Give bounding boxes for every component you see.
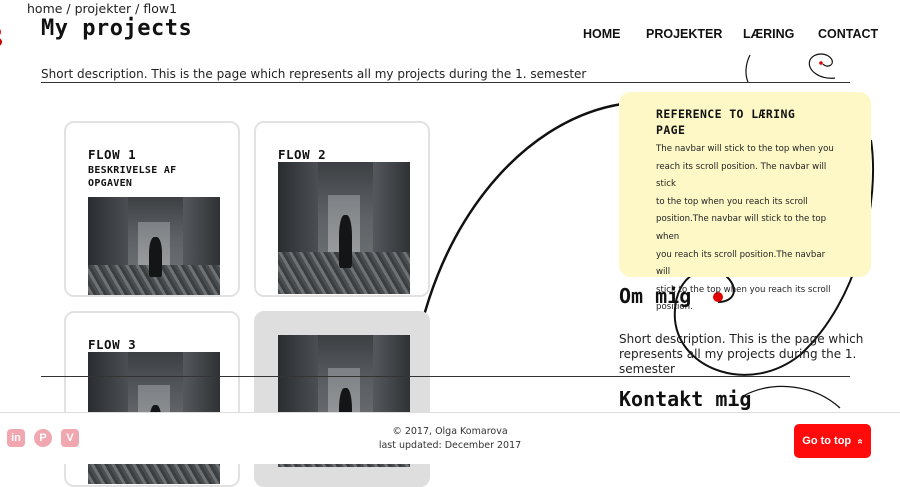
card-subtitle: OPGAVEN xyxy=(88,178,133,189)
contact-heading: Kontakt mig xyxy=(619,387,752,411)
copyright-text: © 2017, Olga Komarova xyxy=(392,426,508,437)
footer: in P V © 2017, Olga Komarova last update… xyxy=(0,412,900,464)
nav-home[interactable]: HOME xyxy=(583,27,621,41)
chevron-up-icon: » xyxy=(854,438,866,444)
nav-contact[interactable]: CONTACT xyxy=(818,27,878,41)
project-card-flow1[interactable]: FLOW 1 BESKRIVELSE AF OPGAVEN xyxy=(64,121,240,297)
go-to-top-button[interactable]: Go to top » xyxy=(794,424,871,458)
about-text: Short description. This is the page whic… xyxy=(619,332,864,376)
project-card-flow2[interactable]: FLOW 2 xyxy=(254,121,430,297)
go-to-top-label: Go to top xyxy=(802,435,852,447)
last-updated-text: last updated: December 2017 xyxy=(378,440,522,451)
breadcrumb[interactable]: home / projekter / flow1 xyxy=(27,1,177,16)
page-description: Short description. This is the page whic… xyxy=(41,67,587,81)
about-heading: Om mig xyxy=(619,284,692,308)
card-title: FLOW 3 xyxy=(88,337,137,352)
flower-icon xyxy=(0,29,2,46)
reference-tooltip: REFERENCE TO LÆRING PAGE The navbar will… xyxy=(619,92,871,312)
nav-laering[interactable]: LÆRING xyxy=(743,27,794,41)
page-title: My projects xyxy=(41,16,193,41)
card-title: FLOW 1 xyxy=(88,147,137,162)
card-subtitle: BESKRIVELSE AF xyxy=(88,165,177,176)
project-image xyxy=(88,197,220,295)
nav-projekter[interactable]: PROJEKTER xyxy=(646,27,722,41)
header-divider xyxy=(41,82,850,83)
card-title: FLOW 2 xyxy=(278,147,327,162)
tooltip-title: REFERENCE TO LÆRING PAGE xyxy=(656,107,796,137)
project-image xyxy=(278,162,410,294)
